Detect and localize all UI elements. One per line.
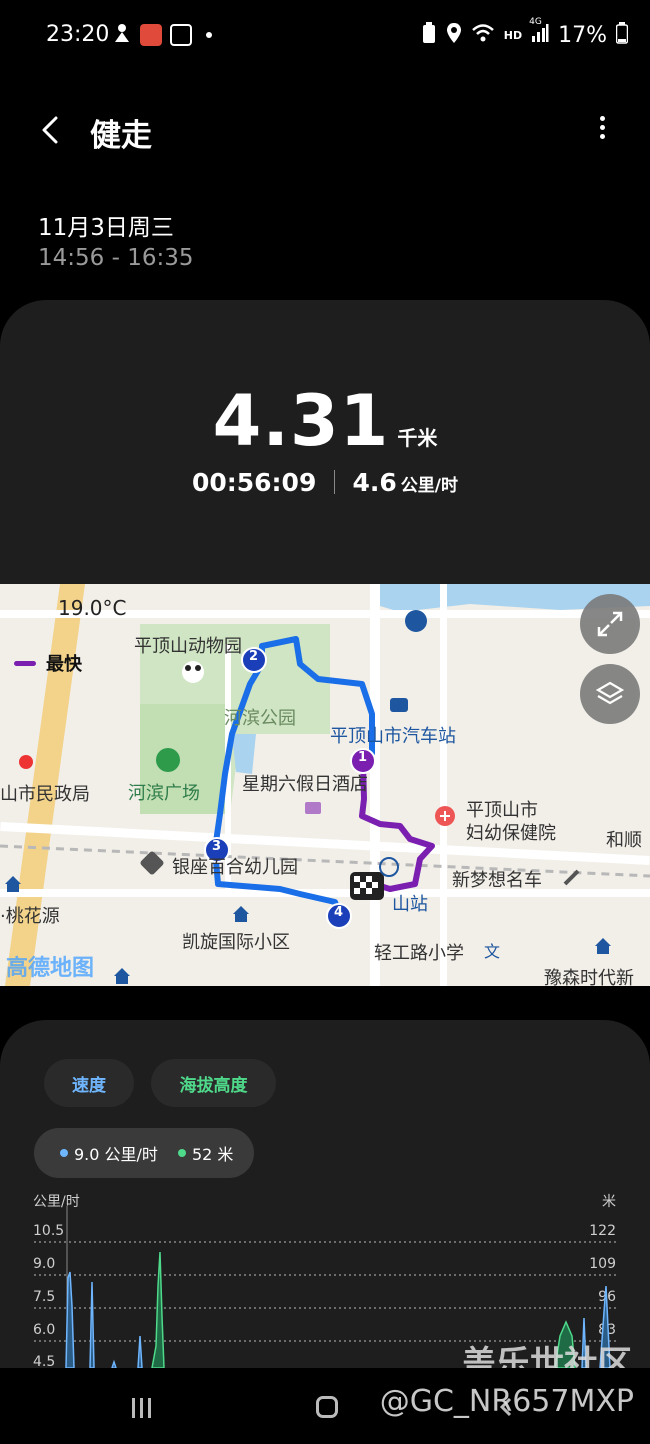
map-provider-logo: 高德地图 [6,956,95,981]
tooltip-altitude: 52 米 [191,1145,234,1164]
tab-speed[interactable]: 速度 [44,1059,134,1107]
map-label-park: 河滨公园 [224,708,296,729]
session-date: 11月3日周三 [38,215,174,241]
map-label-taohuayuan: ·桃花源 [0,906,60,927]
more-notifications-icon [206,32,212,38]
map-label-kaixuan: 凯旋国际小区 [182,932,290,953]
distance-unit: 千米 [397,426,438,450]
battery-saver-icon [421,22,437,48]
speed-dot-icon [60,1149,68,1157]
battery-percent: 17% [558,22,607,48]
duration-value: 00:56:09 [191,468,317,497]
notification-icons [112,22,212,48]
map-label-yusen: 豫森时代新 [544,968,634,986]
map-label-station: 山站 [392,894,428,915]
chevron-left-icon [42,116,58,144]
map-layers-button[interactable] [580,664,640,724]
location-icon [446,22,462,48]
temperature: 19.0°C [58,596,127,620]
avg-speed-unit: 公里/时 [400,476,459,496]
chart-tooltip: 9.0 公里/时 52 米 [34,1128,254,1178]
layers-icon [595,681,625,705]
marker-4-label: 4 [334,905,344,920]
back-button[interactable] [34,110,74,150]
recent-apps-button[interactable] [132,1398,151,1418]
fastest-legend-label: 最快 [46,654,82,675]
app-header: 健走 [0,100,650,160]
marker-2-label: 2 [249,649,259,664]
status-time: 23:20 [46,22,110,47]
map-label-zoo: 平顶山动物园 [134,636,242,657]
home-button[interactable] [316,1396,338,1418]
session-time-range: 14:56 - 16:35 [38,245,194,271]
avg-speed-value: 4.6 [352,468,397,497]
system-icons: HD 4G 17% [421,17,629,48]
marker-3-label: 3 [212,839,222,854]
hd-label: HD [503,28,523,42]
wifi-icon [471,23,495,47]
marker-1-label: 1 [358,750,368,765]
map-label-square: 河滨广场 [128,783,200,804]
signal-icon: 4G [529,17,549,47]
tab-altitude[interactable]: 海拔高度 [151,1059,276,1107]
distance-value: 4.31 [212,380,390,462]
page-title: 健走 [90,118,152,154]
battery-icon [615,22,629,48]
more-options-button[interactable] [590,112,614,148]
expand-icon [597,611,623,637]
fastest-legend-swatch [14,660,36,666]
svg-text:文: 文 [484,942,500,961]
map-label-kindergarten: 银座百合幼儿园 [172,857,298,878]
finish-flag-icon [350,872,384,900]
divider [333,470,335,494]
app-notification-icon [140,24,162,46]
altitude-dot-icon [177,1149,186,1157]
map-label-hotel: 星期六假日酒店 [242,774,368,795]
network-type: 4G [529,17,542,27]
status-bar: 23:20 HD 4G 17% [0,0,650,74]
distance-display: 4.31 千米 [0,380,650,462]
map-label-hospital-line2: 妇幼保健院 [466,823,556,844]
route-map[interactable]: 文 1 2 3 4 19.0°C 最快 平顶山动物园 河滨公园 平顶山市汽车站 … [0,584,650,986]
user-watermark: @GC_NR657MXP [379,1384,634,1419]
tooltip-speed: 9.0 公里/时 [74,1145,158,1164]
paw-notification-icon [170,24,192,46]
map-label-heshun: 和顺 [606,830,642,851]
map-label-bus-station: 平顶山市汽车站 [330,726,456,747]
map-label-xinmeng: 新梦想名车 [452,870,542,891]
map-label-school: 轻工路小学 [374,943,464,964]
route-legend: 最快 [14,650,82,676]
expand-map-button[interactable] [580,594,640,654]
map-label-civil-affairs: 山市民政局 [0,784,90,805]
app-notification-icon [112,22,132,48]
sub-stats: 00:56:09 4.6 公里/时 [0,468,650,497]
